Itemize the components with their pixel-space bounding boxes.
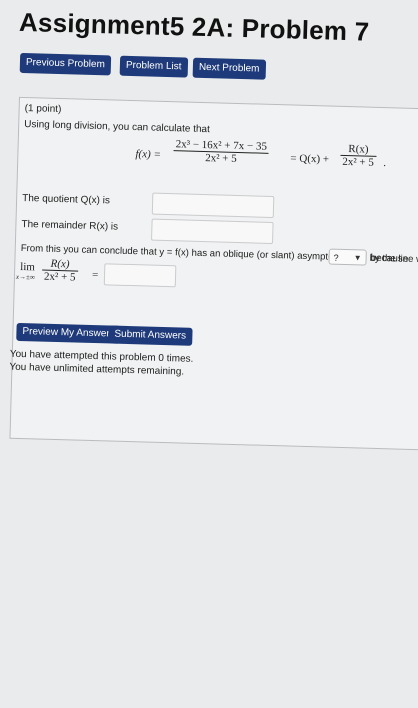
main-fraction: 2x³ − 16x² + 7x − 35 2x² + 5 bbox=[173, 138, 270, 166]
limit-fraction-numerator: R(x) bbox=[42, 257, 79, 272]
chevron-down-icon: ▼ bbox=[353, 253, 362, 263]
equals-q-label: = Q(x) + bbox=[290, 152, 330, 166]
page: Assignment5 2A: Problem 7 Previous Probl… bbox=[0, 0, 418, 706]
remainder-fraction-numerator: R(x) bbox=[340, 142, 377, 157]
remainder-fraction-denominator: 2x² + 5 bbox=[342, 155, 374, 169]
previous-problem-button[interactable]: Previous Problem bbox=[19, 52, 112, 76]
f-label: f(x) = bbox=[135, 148, 162, 161]
limit-fraction: R(x) 2x² + 5 bbox=[42, 257, 79, 284]
quotient-input[interactable] bbox=[151, 192, 275, 219]
limit-equals: = bbox=[91, 268, 99, 282]
limit-fraction-denominator: 2x² + 5 bbox=[43, 270, 76, 284]
points-label: (1 point) bbox=[24, 103, 62, 116]
preview-answers-button[interactable]: Preview My Answers bbox=[16, 322, 121, 344]
equation-period: . bbox=[383, 157, 387, 170]
problem-list-button[interactable]: Problem List bbox=[119, 55, 188, 78]
asymptote-select[interactable]: ? ▼ bbox=[328, 248, 367, 266]
limit-input[interactable] bbox=[103, 263, 177, 288]
remainder-input[interactable] bbox=[151, 218, 274, 244]
submit-answers-button[interactable]: Submit Answers bbox=[108, 325, 193, 346]
remainder-fraction: R(x) 2x² + 5 bbox=[340, 142, 377, 169]
limit-label: lim bbox=[20, 260, 36, 274]
page-title: Assignment5 2A: Problem 7 bbox=[18, 6, 370, 47]
next-problem-button[interactable]: Next Problem bbox=[192, 57, 266, 80]
because-label: because bbox=[370, 252, 409, 265]
limit-subscript: x→±∞ bbox=[15, 272, 36, 282]
asymptote-select-value: ? bbox=[333, 252, 339, 263]
